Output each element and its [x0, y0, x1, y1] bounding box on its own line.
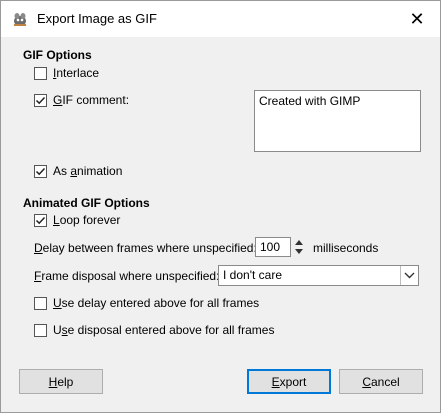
interlace-checkbox[interactable]: [34, 67, 47, 80]
as-animation-label[interactable]: As animation: [53, 164, 122, 178]
help-button[interactable]: Help: [19, 369, 103, 394]
title-bar: Export Image as GIF ✕: [1, 1, 440, 37]
dropdown-button[interactable]: [400, 266, 418, 285]
disposal-label: Frame disposal where unspecified:: [34, 269, 219, 283]
loop-forever-checkbox[interactable]: [34, 214, 47, 227]
chevron-down-icon: [404, 272, 415, 279]
animated-gif-options-heading: Animated GIF Options: [23, 196, 150, 210]
delay-mnemonic: D: [34, 241, 43, 255]
cancel-button[interactable]: Cancel: [339, 369, 423, 394]
use-disposal-label[interactable]: Use disposal entered above for all frame…: [53, 323, 274, 337]
loop-forever-label[interactable]: Loop forever: [53, 213, 120, 227]
cancel-label-text: ancel: [370, 374, 400, 389]
export-gif-dialog: Export Image as GIF ✕ GIF Options Interl…: [0, 0, 441, 413]
use-disposal-label-pre: U: [53, 323, 62, 337]
export-button-label: Export: [272, 375, 307, 389]
delay-unit-label: milliseconds: [313, 241, 379, 255]
export-label-text: xport: [279, 374, 307, 389]
help-label-text: elp: [57, 374, 74, 389]
cancel-button-label: Cancel: [362, 375, 399, 389]
loop-forever-label-text: oop forever: [59, 213, 121, 227]
help-button-label: Help: [49, 375, 74, 389]
gif-comment-checkbox[interactable]: [34, 94, 47, 107]
gif-options-heading: GIF Options: [23, 48, 92, 62]
use-delay-checkbox[interactable]: [34, 297, 47, 310]
use-delay-mnemonic: U: [53, 296, 62, 310]
delay-label-text: elay between frames where unspecified:: [42, 241, 257, 255]
cancel-mnemonic: C: [362, 374, 371, 389]
delay-input[interactable]: 100: [255, 237, 291, 257]
spin-up-icon: [295, 240, 303, 245]
interlace-label[interactable]: Interlace: [53, 66, 99, 80]
export-mnemonic: E: [271, 374, 280, 389]
spin-down-icon: [295, 249, 303, 254]
disposal-select[interactable]: I don't care: [218, 265, 419, 286]
as-animation-label-text: nimation: [77, 164, 123, 178]
interlace-label-text: nterlace: [56, 66, 100, 80]
gif-comment-mnemonic: G: [53, 93, 63, 107]
disposal-select-value: I don't care: [223, 268, 282, 282]
as-animation-checkbox[interactable]: [34, 165, 47, 178]
loop-forever-mnemonic: L: [53, 213, 60, 227]
gif-comment-label-text: IF comment:: [62, 93, 130, 107]
use-delay-label[interactable]: Use delay entered above for all frames: [53, 296, 259, 310]
use-delay-label-text: se delay entered above for all frames: [61, 296, 260, 310]
delay-label: Delay between frames where unspecified:: [34, 241, 257, 255]
use-disposal-label-text: e disposal entered above for all frames: [67, 323, 275, 337]
close-button[interactable]: ✕: [394, 1, 440, 37]
as-animation-label-pre: As: [53, 164, 71, 178]
check-icon: [35, 216, 46, 225]
close-icon: ✕: [409, 8, 425, 29]
window-title: Export Image as GIF: [37, 11, 157, 26]
gif-comment-label[interactable]: GIF comment:: [53, 93, 129, 107]
gif-comment-textarea[interactable]: Created with GIMP: [254, 90, 421, 152]
export-button[interactable]: Export: [247, 369, 331, 394]
delay-spin-arrows[interactable]: [293, 237, 305, 257]
disposal-label-text: rame disposal where unspecified:: [41, 269, 220, 283]
check-icon: [35, 167, 46, 176]
check-icon: [35, 96, 46, 105]
use-disposal-checkbox[interactable]: [34, 324, 47, 337]
gimp-app-icon: [14, 13, 26, 26]
